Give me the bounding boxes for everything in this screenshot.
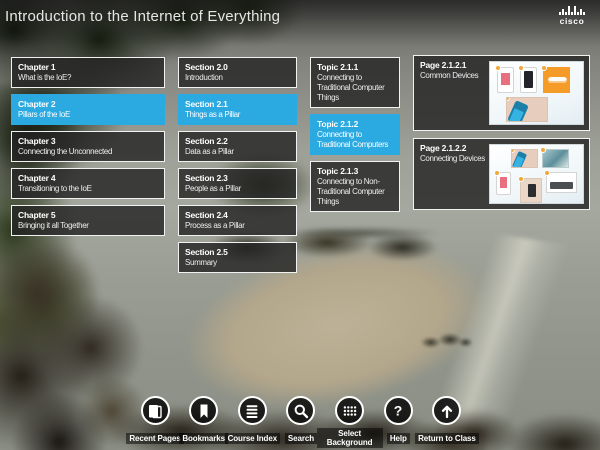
hands-holding-phone-image xyxy=(520,178,542,203)
chapter-title: Connecting the Unconnected xyxy=(18,147,158,157)
section-label: Section 2.0 xyxy=(185,62,290,73)
page-title: Introduction to the Internet of Everythi… xyxy=(5,8,280,25)
page-title-text: Connecting Devices xyxy=(420,154,492,164)
chapter-label: Chapter 4 xyxy=(18,173,158,184)
app-window: Introduction to the Internet of Everythi… xyxy=(0,0,600,450)
white-smartphone-image xyxy=(497,67,514,93)
topic-title: Connecting to Traditional Computer Thing… xyxy=(317,73,393,103)
question-icon[interactable]: ? xyxy=(384,396,413,425)
chapter-title: Bringing it all Together xyxy=(18,221,158,231)
chapter-item-1[interactable]: Chapter 1 What is the IoE? xyxy=(11,57,165,88)
section-title: Data as a Pillar xyxy=(185,147,290,157)
topic-item-2-1-1[interactable]: Topic 2.1.1 Connecting to Traditional Co… xyxy=(310,57,400,108)
page-title-text: Common Devices xyxy=(420,71,492,81)
smart-watch-image xyxy=(511,149,538,168)
bookmark-icon[interactable] xyxy=(189,396,218,425)
wireless-router-image xyxy=(546,172,577,193)
grid-icon[interactable] xyxy=(335,396,364,425)
section-title: Things as a Pillar xyxy=(185,110,290,120)
section-item-2-0[interactable]: Section 2.0 Introduction xyxy=(178,57,297,88)
white-smartphone-image xyxy=(496,172,511,195)
topic-title: Connecting to Non-Traditional Computer T… xyxy=(317,177,393,207)
page-item-2-1-2-2[interactable]: Page 2.1.2.2 Connecting Devices xyxy=(413,138,590,210)
chapter-item-4[interactable]: Chapter 4 Transitioning to the IoE xyxy=(11,168,165,199)
cisco-logo: cisco xyxy=(552,6,592,26)
chapter-title: What is the IoE? xyxy=(18,73,158,83)
topic-label: Topic 2.1.3 xyxy=(317,166,393,177)
topic-column: Topic 2.1.1 Connecting to Traditional Co… xyxy=(310,57,400,212)
chapter-label: Chapter 2 xyxy=(18,99,158,110)
chapter-label: Chapter 1 xyxy=(18,62,158,73)
smart-glasses-image xyxy=(543,67,570,93)
background-water-rocks xyxy=(418,327,476,355)
cisco-bridge-bars-icon xyxy=(552,6,592,15)
bottom-toolbar: Recent Pages Bookmarks Course Index xyxy=(131,396,471,450)
list-icon[interactable] xyxy=(238,396,267,425)
tool-label: Help xyxy=(387,433,410,444)
section-label: Section 2.3 xyxy=(185,173,290,184)
black-smartphone-image xyxy=(520,67,537,93)
svg-text:?: ? xyxy=(394,402,403,418)
page-thumbnail-common-devices xyxy=(489,61,584,125)
smart-watch-image xyxy=(506,97,548,122)
page-column: Page 2.1.2.1 Common Devices Page 2.1.2.2… xyxy=(413,55,590,210)
section-title: Introduction xyxy=(185,73,290,83)
topic-label: Topic 2.1.2 xyxy=(317,119,393,130)
search-icon[interactable] xyxy=(286,396,315,425)
topic-item-2-1-3[interactable]: Topic 2.1.3 Connecting to Non-Traditiona… xyxy=(310,161,400,212)
page-thumbnail-connecting-devices xyxy=(489,144,584,204)
page-label: Page 2.1.2.2 xyxy=(420,143,492,154)
chapter-title: Transitioning to the IoE xyxy=(18,184,158,194)
section-label: Section 2.1 xyxy=(185,99,290,110)
section-item-2-2[interactable]: Section 2.2 Data as a Pillar xyxy=(178,131,297,162)
section-label: Section 2.4 xyxy=(185,210,290,221)
section-title: People as a Pillar xyxy=(185,184,290,194)
tool-label: Search xyxy=(285,433,317,444)
section-title: Summary xyxy=(185,258,290,268)
section-item-2-3[interactable]: Section 2.3 People as a Pillar xyxy=(178,168,297,199)
cisco-logo-text: cisco xyxy=(552,16,592,26)
section-label: Section 2.5 xyxy=(185,247,290,258)
section-item-2-4[interactable]: Section 2.4 Process as a Pillar xyxy=(178,205,297,236)
chapter-title: Pillars of the IoE xyxy=(18,110,158,120)
section-column: Section 2.0 Introduction Section 2.1 Thi… xyxy=(178,57,297,273)
topic-label: Topic 2.1.1 xyxy=(317,62,393,73)
topic-item-2-1-2-selected[interactable]: Topic 2.1.2 Connecting to Traditional Co… xyxy=(310,114,400,155)
medical-devices-image xyxy=(542,149,569,168)
chapter-item-5[interactable]: Chapter 5 Bringing it all Together xyxy=(11,205,165,236)
section-item-2-5[interactable]: Section 2.5 Summary xyxy=(178,242,297,273)
chapter-item-3[interactable]: Chapter 3 Connecting the Unconnected xyxy=(11,131,165,162)
chapter-column: Chapter 1 What is the IoE? Chapter 2 Pil… xyxy=(11,57,165,236)
page-item-2-1-2-1[interactable]: Page 2.1.2.1 Common Devices xyxy=(413,55,590,131)
page-label: Page 2.1.2.1 xyxy=(420,60,492,71)
chapter-label: Chapter 5 xyxy=(18,210,158,221)
topic-title: Connecting to Traditional Computers xyxy=(317,130,393,150)
section-title: Process as a Pillar xyxy=(185,221,290,231)
chapter-item-2-selected[interactable]: Chapter 2 Pillars of the IoE xyxy=(11,94,165,125)
up-arrow-icon[interactable] xyxy=(432,396,461,425)
section-label: Section 2.2 xyxy=(185,136,290,147)
toolbar-return-to-class[interactable]: Return to Class xyxy=(423,396,471,450)
chapter-label: Chapter 3 xyxy=(18,136,158,147)
tool-label: Return to Class xyxy=(415,433,479,444)
recent-pages-icon[interactable] xyxy=(141,396,170,425)
section-item-2-1-selected[interactable]: Section 2.1 Things as a Pillar xyxy=(178,94,297,125)
